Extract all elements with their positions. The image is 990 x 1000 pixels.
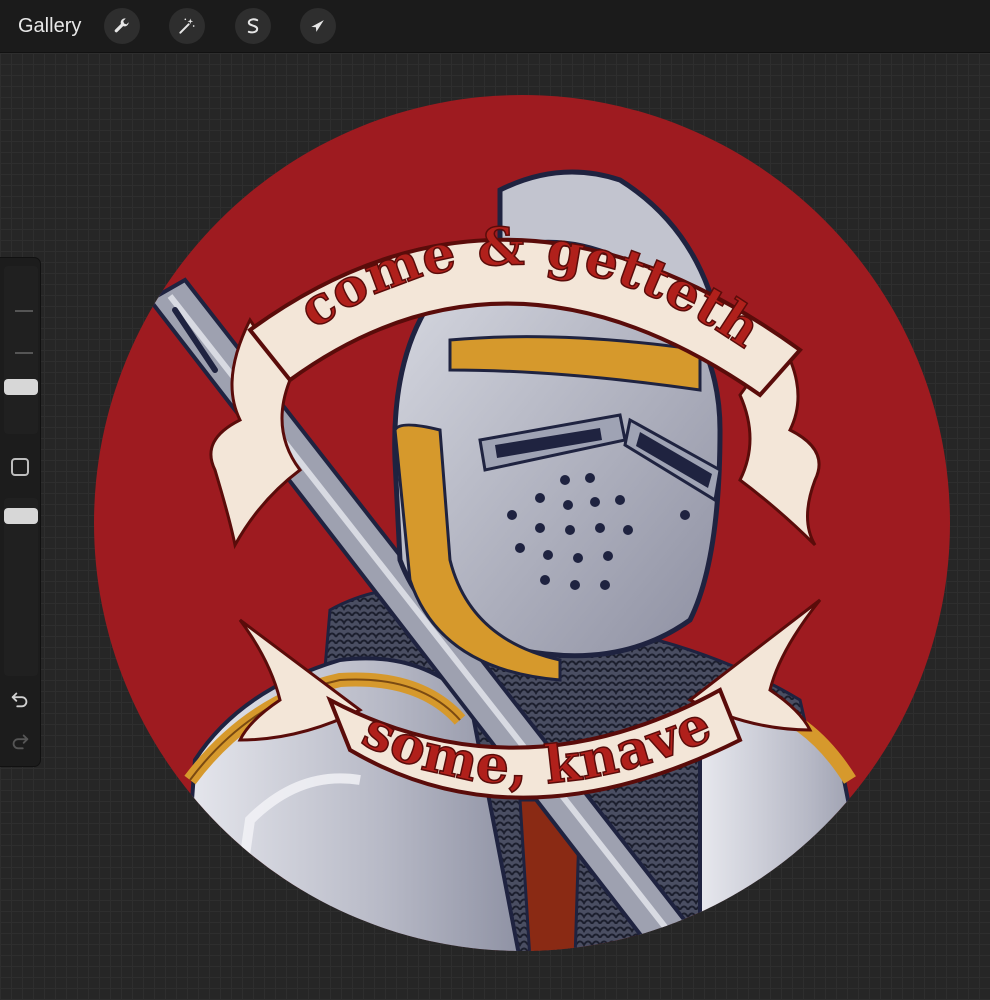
artwork-canvas[interactable]: come & getteth some, knave — [0, 0, 990, 1000]
left-sidebar — [0, 258, 40, 766]
square-modify-icon[interactable] — [11, 458, 29, 476]
redo-icon[interactable] — [9, 730, 31, 752]
brush-size-slider[interactable] — [4, 266, 38, 434]
procreate-app: Gallery come & getteth some, knave — [0, 0, 990, 1000]
opacity-thumb[interactable] — [4, 508, 38, 524]
brush-size-thumb[interactable] — [4, 379, 38, 395]
opacity-slider[interactable] — [4, 498, 38, 676]
slider-tick — [15, 352, 33, 354]
slider-tick — [15, 310, 33, 312]
undo-icon[interactable] — [9, 688, 31, 710]
